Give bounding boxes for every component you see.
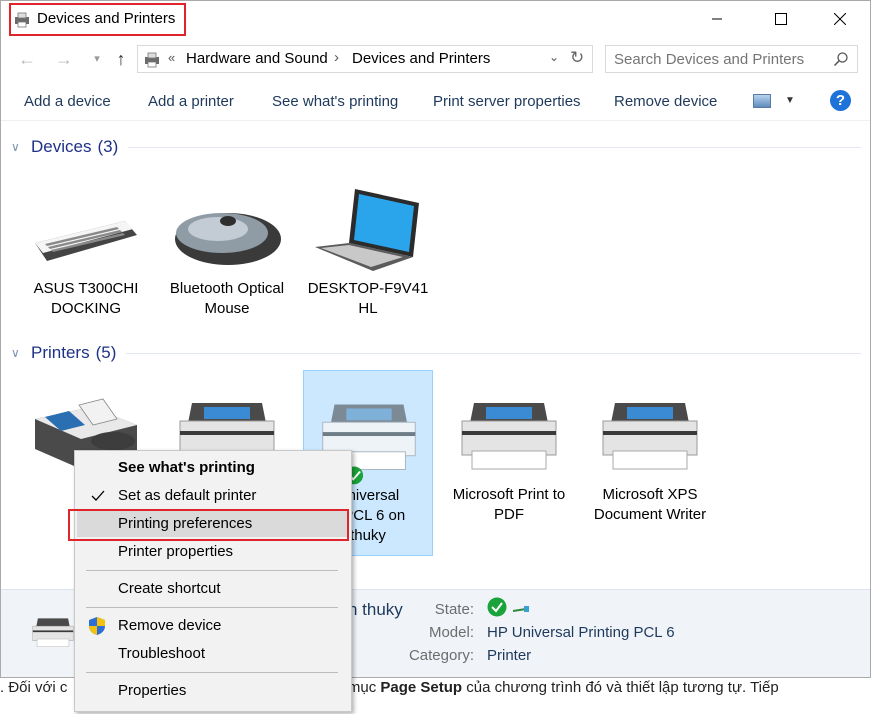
printers-group-header[interactable]: ∨ Printers (5) [11, 343, 861, 363]
device-name-line2: HL [358, 300, 378, 317]
forward-arrow-icon[interactable]: → [54, 49, 74, 69]
device-name-line2: Mouse [204, 300, 250, 317]
menu-item-see-whats-printing[interactable]: See what's printing [77, 455, 349, 481]
refresh-icon[interactable]: ↻ [570, 48, 584, 68]
printers-group-count: (5) [95, 343, 117, 362]
title-bar: Devices and Printers [1, 1, 870, 39]
devices-group-header[interactable]: ∨ Devices (3) [11, 137, 861, 157]
printer-item[interactable]: Microsoft XPS Document Writer [585, 389, 715, 525]
print-server-properties-button[interactable]: Print server properties [433, 93, 581, 110]
device-name-line2: DOCKING [50, 300, 121, 317]
printer-icon [602, 403, 698, 470]
minimize-button[interactable] [694, 1, 740, 37]
menu-item-label: Set as default printer [118, 487, 257, 504]
menu-item-create-shortcut[interactable]: Create shortcut [77, 576, 349, 602]
add-printer-button[interactable]: Add a printer [148, 93, 234, 110]
devices-printers-icon [15, 12, 29, 28]
printer-name-line2: Document Writer [593, 506, 707, 523]
menu-separator [86, 607, 338, 608]
address-bar[interactable]: « Hardware and Sound › Devices and Print… [137, 45, 593, 73]
menu-separator [86, 672, 338, 673]
devices-group-label: Devices [31, 137, 92, 156]
device-name-line1: DESKTOP-F9V41 [307, 280, 429, 297]
devices-printers-icon [145, 52, 159, 68]
menu-item-remove-device[interactable]: Remove device [77, 613, 349, 639]
breadcrumb-separator-icon[interactable]: › [334, 49, 339, 66]
state-label: State: [434, 601, 474, 618]
device-item[interactable]: DESKTOP-F9V41 HL [303, 183, 433, 319]
navigation-bar: ← → ▾ ↑ « Hardware and Sound › Devices a… [1, 39, 870, 81]
search-input[interactable] [606, 46, 826, 72]
search-box[interactable] [605, 45, 858, 73]
menu-item-label: See what's printing [118, 459, 255, 476]
collapse-chevron-icon[interactable]: ∨ [11, 346, 25, 360]
minimize-icon [712, 18, 722, 20]
menu-item-printer-properties[interactable]: Printer properties [77, 539, 349, 565]
group-divider [128, 146, 861, 148]
address-dropdown-icon[interactable]: ⌄ [549, 50, 559, 64]
remove-device-button[interactable]: Remove device [614, 93, 717, 110]
doc-text-part: . Đối với c [0, 679, 68, 696]
breadcrumb-overflow-icon[interactable]: « [168, 50, 175, 65]
menu-item-troubleshoot[interactable]: Troubleshoot [77, 641, 349, 667]
menu-item-label: Troubleshoot [118, 645, 205, 662]
network-icon [512, 606, 529, 612]
help-icon[interactable]: ? [830, 90, 851, 111]
menu-item-label: Properties [118, 682, 187, 699]
device-name-line1: ASUS T300CHI [33, 280, 139, 297]
printer-name-line1: Microsoft XPS [602, 486, 698, 503]
doc-text-part: của chương trình đó và thiết lập tương t… [462, 679, 779, 696]
printer-icon [32, 618, 74, 647]
category-label: Category: [408, 647, 474, 664]
device-item[interactable]: Bluetooth Optical Mouse [162, 183, 292, 319]
printing-preferences-highlight-box [68, 509, 349, 541]
menu-item-properties[interactable]: Properties [77, 678, 349, 704]
command-bar: Add a device Add a printer See what's pr… [1, 83, 870, 121]
device-name-line1: Bluetooth Optical [169, 280, 285, 297]
group-divider [126, 352, 861, 354]
printer-icon [461, 403, 557, 470]
device-item[interactable]: ASUS T300CHI DOCKING [21, 183, 151, 319]
model-value: HP Universal Printing PCL 6 [487, 624, 675, 641]
menu-item-set-default[interactable]: Set as default printer [77, 483, 349, 509]
category-value: Printer [487, 647, 532, 664]
see-whats-printing-button[interactable]: See what's printing [272, 93, 398, 110]
close-icon [834, 13, 846, 25]
menu-item-label: Remove device [118, 617, 222, 634]
model-label: Model: [428, 624, 474, 641]
devices-group-count: (3) [97, 137, 119, 156]
breadcrumb-hardware-and-sound[interactable]: Hardware and Sound [186, 50, 328, 67]
printer-item[interactable]: Microsoft Print to PDF [444, 389, 574, 525]
keyboard-icon [35, 221, 137, 261]
laptop-icon [315, 189, 419, 271]
printer-name-line1: Microsoft Print to [452, 486, 566, 503]
checkmark-icon [91, 490, 105, 501]
menu-item-label: Printer properties [118, 543, 234, 560]
up-arrow-icon[interactable]: ↑ [111, 49, 131, 69]
back-arrow-icon[interactable]: ← [17, 49, 37, 69]
recent-locations-chevron-icon[interactable]: ▾ [87, 49, 107, 69]
menu-item-label: Create shortcut [118, 580, 221, 597]
view-dropdown-icon[interactable]: ▼ [785, 95, 795, 106]
printers-group-label: Printers [31, 343, 90, 362]
doc-text-bold: Page Setup [380, 679, 463, 696]
menu-separator [86, 570, 338, 571]
maximize-icon [775, 13, 787, 25]
status-ok-icon [487, 597, 507, 617]
context-menu: See what's printing Set as default print… [74, 450, 352, 712]
search-icon[interactable] [833, 51, 849, 67]
collapse-chevron-icon[interactable]: ∨ [11, 140, 25, 154]
shield-icon [89, 617, 105, 635]
breadcrumb-devices-and-printers[interactable]: Devices and Printers [352, 50, 490, 67]
mouse-icon [175, 213, 281, 265]
add-device-button[interactable]: Add a device [24, 93, 111, 110]
close-button[interactable] [817, 1, 863, 37]
maximize-button[interactable] [758, 1, 804, 37]
window-title: Devices and Printers [37, 10, 176, 27]
printer-name-line2: PDF [494, 506, 524, 523]
change-view-icon[interactable] [753, 94, 771, 108]
